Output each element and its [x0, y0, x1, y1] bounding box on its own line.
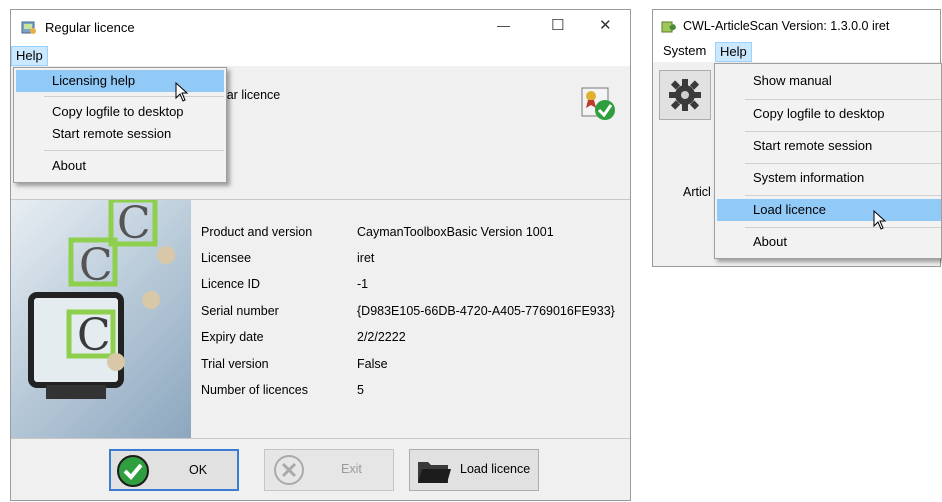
help-dropdown: Show manual Copy logfile to desktop Star… — [714, 63, 942, 259]
menu-item-about[interactable]: About — [16, 155, 224, 177]
gear-icon — [668, 78, 702, 112]
menu-item-copy-logfile[interactable]: Copy logfile to desktop — [16, 101, 224, 123]
info-row: Licensee iret — [201, 251, 621, 273]
menu-item-label: Load licence — [753, 202, 826, 217]
licence-info-table: Product and version CaymanToolboxBasic V… — [201, 225, 621, 425]
menu-item-label: System information — [753, 170, 865, 185]
licence-artwork: C C C — [11, 200, 191, 448]
menu-separator — [44, 96, 224, 97]
info-label: Trial version — [201, 357, 269, 371]
info-row: Licence ID -1 — [201, 277, 621, 299]
menu-separator — [745, 131, 941, 132]
menu-item-show-manual[interactable]: Show manual — [717, 70, 941, 92]
menu-item-label: Start remote session — [52, 126, 172, 141]
help-dropdown: Licensing help Copy logfile to desktop S… — [13, 67, 227, 183]
load-licence-button[interactable]: Load licence — [409, 449, 539, 491]
info-label: Licensee — [201, 251, 252, 265]
info-row: Expiry date 2/2/2222 — [201, 330, 621, 352]
info-value: {D983E105-66DB-4720-A405-7769016FE933} — [357, 304, 615, 318]
info-row: Trial version False — [201, 357, 621, 379]
close-button[interactable]: ✕ — [599, 16, 612, 34]
info-value: 2/2/2222 — [357, 330, 406, 344]
check-icon — [117, 455, 149, 487]
title-bar: Regular licence — ☐ ✕ — [11, 10, 630, 46]
settings-button[interactable] — [659, 70, 711, 120]
info-value: iret — [357, 251, 375, 265]
exit-button[interactable]: Exit — [264, 449, 394, 491]
ok-label: OK — [189, 463, 208, 477]
arrow-cursor-icon — [175, 81, 189, 105]
menu-item-label: Start remote session — [753, 138, 873, 153]
load-licence-label: Load licence — [460, 462, 531, 476]
arrow-cursor-icon — [873, 209, 887, 233]
menu-separator — [745, 99, 941, 100]
maximize-button[interactable]: ☐ — [551, 16, 564, 34]
menu-item-remote-session[interactable]: Start remote session — [717, 135, 941, 157]
menu-item-label: Show manual — [753, 73, 832, 88]
info-row: Serial number {D983E105-66DB-4720-A405-7… — [201, 304, 621, 326]
menu-separator — [745, 163, 941, 164]
menu-item-label: Licensing help — [52, 73, 136, 88]
info-label: Product and version — [201, 225, 313, 239]
cancel-icon — [273, 454, 305, 486]
svg-text:C: C — [117, 200, 151, 249]
minimize-button[interactable]: — — [497, 18, 510, 33]
title-bar: CWL-ArticleScan Version: 1.3.0.0 iret — [653, 10, 940, 42]
articlescan-window: CWL-ArticleScan Version: 1.3.0.0 iret Sy… — [652, 9, 942, 267]
info-label: Serial number — [201, 304, 279, 318]
menu-bar: System Help — [653, 42, 940, 62]
article-label: Articl — [683, 185, 711, 199]
menu-item-about[interactable]: About — [717, 231, 941, 253]
svg-text:C: C — [79, 240, 113, 291]
menu-item-system-information[interactable]: System information — [717, 167, 941, 189]
menu-item-label: About — [52, 158, 86, 173]
app-leaf-icon — [661, 19, 677, 35]
menu-bar: Help — [11, 46, 630, 66]
info-value: False — [357, 357, 388, 371]
menu-separator — [745, 227, 941, 228]
exit-label: Exit — [341, 462, 362, 476]
menu-system[interactable]: System — [659, 42, 710, 62]
regular-licence-window: Regular licence — ☐ ✕ Help ular licence — [10, 9, 631, 501]
certificate-check-icon — [579, 84, 617, 122]
svg-text:C: C — [77, 310, 111, 361]
menu-item-remote-session[interactable]: Start remote session — [16, 123, 224, 145]
menu-item-label: Copy logfile to desktop — [753, 106, 885, 121]
menu-separator — [44, 150, 224, 151]
info-label: Expiry date — [201, 330, 264, 344]
menu-item-load-licence[interactable]: Load licence — [717, 199, 941, 221]
menu-item-label: About — [753, 234, 787, 249]
info-label: Number of licences — [201, 383, 308, 397]
menu-item-copy-logfile[interactable]: Copy logfile to desktop — [717, 103, 941, 125]
info-value: -1 — [357, 277, 369, 291]
menu-help[interactable]: Help — [11, 46, 48, 66]
info-value: CaymanToolboxBasic Version 1001 — [357, 225, 554, 239]
window-title: CWL-ArticleScan Version: 1.3.0.0 iret — [683, 19, 890, 33]
app-licence-icon — [21, 20, 37, 36]
menu-item-licensing-help[interactable]: Licensing help — [16, 70, 224, 92]
info-row: Number of licences 5 — [201, 383, 621, 405]
button-bar: OK Exit Load licence — [11, 438, 630, 500]
info-label: Licence ID — [201, 277, 261, 291]
info-value: 5 — [357, 383, 364, 397]
info-row: Product and version CaymanToolboxBasic V… — [201, 225, 621, 247]
menu-separator — [745, 195, 941, 196]
ok-button[interactable]: OK — [109, 449, 239, 491]
menu-help[interactable]: Help — [715, 42, 752, 62]
menu-item-label: Copy logfile to desktop — [52, 104, 184, 119]
folder-icon — [416, 456, 452, 486]
window-title: Regular licence — [45, 20, 135, 35]
